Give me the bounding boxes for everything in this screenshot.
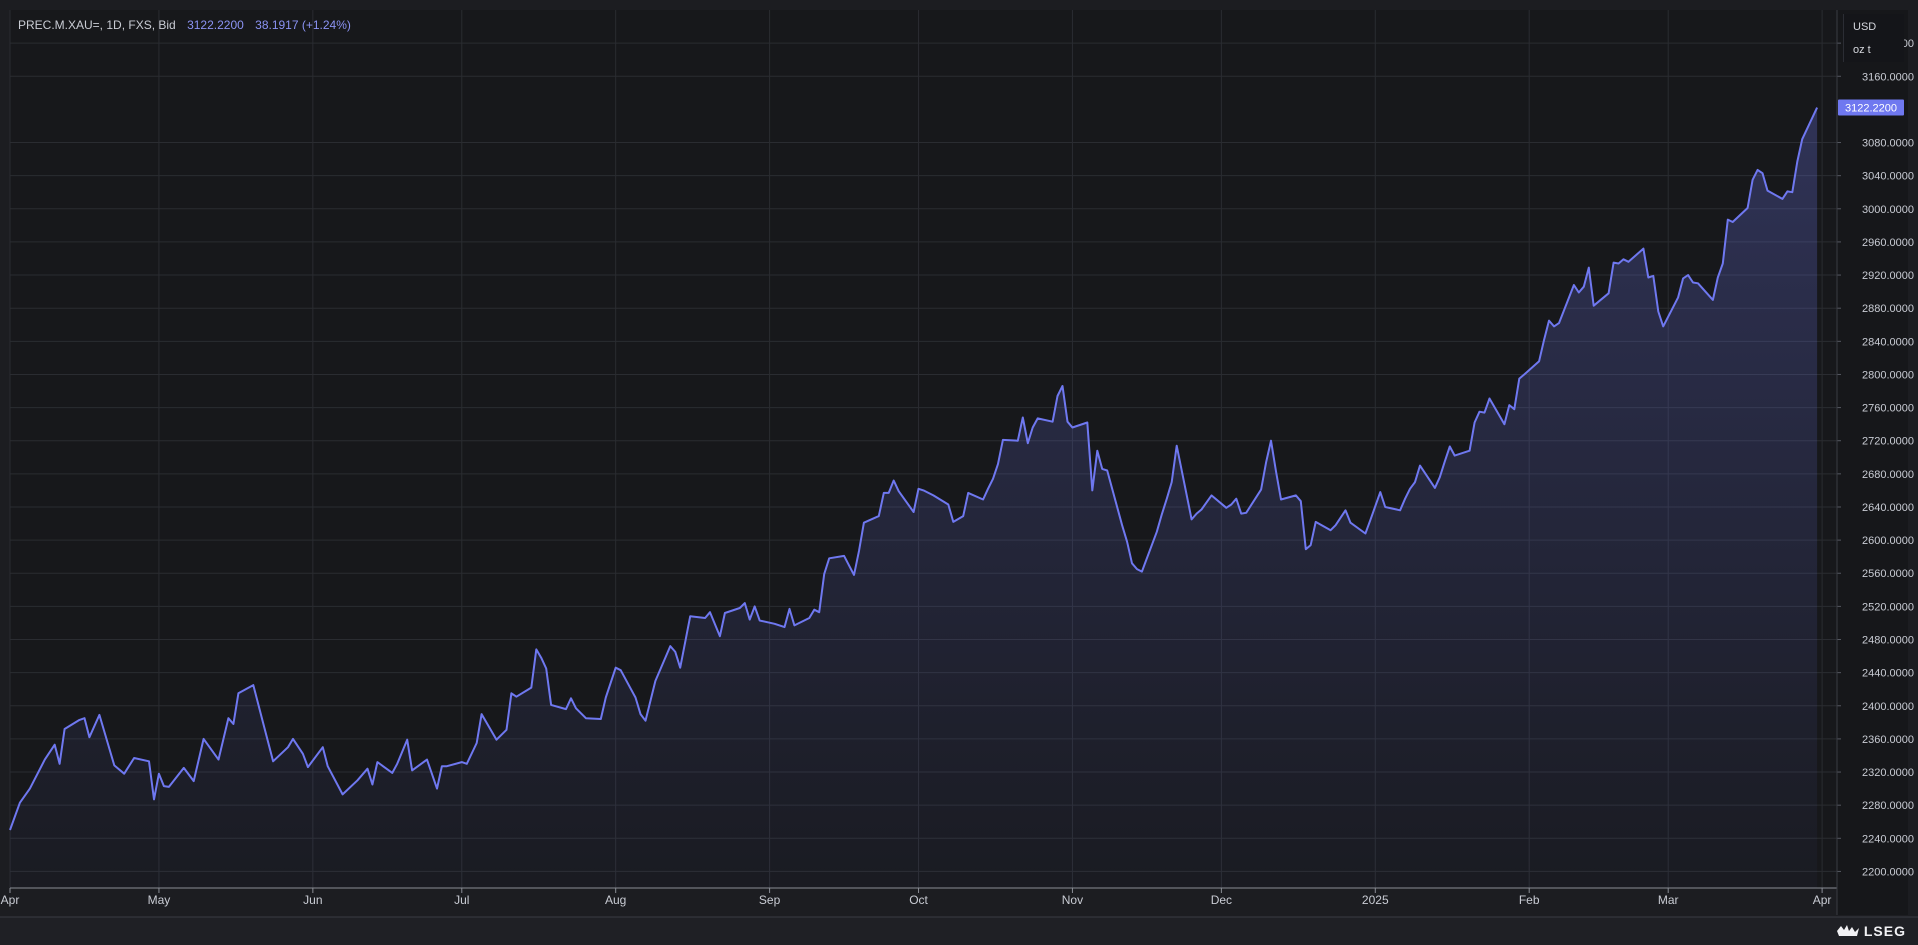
- y-tick-label: 2240.0000: [1862, 833, 1914, 845]
- y-tick-label: 3000.0000: [1862, 204, 1914, 216]
- y-tick-label: 2680.0000: [1862, 469, 1914, 481]
- y-tick-label: 2520.0000: [1862, 601, 1914, 613]
- x-tick-label: Aug: [605, 893, 626, 907]
- y-tick-label: 3080.0000: [1862, 138, 1914, 150]
- lseg-mark-icon: [1836, 925, 1859, 936]
- last-price: 3122.2200: [187, 18, 244, 32]
- footer-bar: [0, 917, 1918, 945]
- y-tick-label: 2200.0000: [1862, 866, 1914, 878]
- y-tick-label: 2440.0000: [1862, 668, 1914, 680]
- x-tick-label: Oct: [909, 893, 928, 907]
- chart-frame: 2200.0000 2240.0000 2280.0000 2320.0000 2360…: [0, 0, 1918, 945]
- x-tick-label: Mar: [1658, 893, 1679, 907]
- weight-unit[interactable]: oz t: [1853, 44, 1871, 56]
- y-tick-label: 2920.0000: [1862, 270, 1914, 282]
- y-tick-label: 2600.0000: [1862, 535, 1914, 547]
- x-tick-label: Sep: [759, 893, 781, 907]
- brand-name: LSEG: [1863, 923, 1906, 939]
- y-tick-label: 2960.0000: [1862, 237, 1914, 249]
- y-tick-label: 2280.0000: [1862, 800, 1914, 812]
- x-tick-label: May: [148, 893, 171, 907]
- last-price-badge-label: 3122.2200: [1845, 103, 1897, 115]
- y-tick-label: 2640.0000: [1862, 502, 1914, 514]
- x-tick-label: Apr: [1, 893, 20, 907]
- y-tick-label: 2760.0000: [1862, 403, 1914, 415]
- y-tick-label: 2880.0000: [1862, 303, 1914, 315]
- x-tick-label: Dec: [1211, 893, 1232, 907]
- x-tick-label: Feb: [1519, 893, 1540, 907]
- symbol-label: PREC.M.XAU=, 1D, FXS, Bid: [18, 18, 176, 32]
- y-tick-label: 2720.0000: [1862, 436, 1914, 448]
- chart-header: PREC.M.XAU=, 1D, FXS, Bid 3122.2200 38.1…: [18, 18, 351, 32]
- y-tick-label: 2560.0000: [1862, 568, 1914, 580]
- currency-unit[interactable]: USD: [1853, 21, 1876, 33]
- x-tick-label: Jun: [303, 893, 322, 907]
- y-tick-label: 3040.0000: [1862, 171, 1914, 183]
- unit-panel[interactable]: USD oz t: [1843, 14, 1904, 62]
- y-tick-label: 2360.0000: [1862, 734, 1914, 746]
- y-tick-label: 2800.0000: [1862, 369, 1914, 381]
- x-tick-label: 2025: [1362, 893, 1389, 907]
- y-tick-label: 2400.0000: [1862, 701, 1914, 713]
- y-tick-label: 3160.0000: [1862, 71, 1914, 83]
- y-tick-label: 2320.0000: [1862, 767, 1914, 779]
- price-change: 38.1917 (+1.24%): [255, 18, 351, 32]
- price-chart[interactable]: 2200.0000 2240.0000 2280.0000 2320.0000 2360…: [0, 0, 1918, 945]
- x-tick-label: Apr: [1813, 893, 1832, 907]
- x-tick-label: Jul: [454, 893, 469, 907]
- brand-logo: LSEG: [1836, 923, 1906, 939]
- x-tick-label: Nov: [1062, 893, 1083, 907]
- y-tick-label: 2480.0000: [1862, 635, 1914, 647]
- y-tick-label: 2840.0000: [1862, 336, 1914, 348]
